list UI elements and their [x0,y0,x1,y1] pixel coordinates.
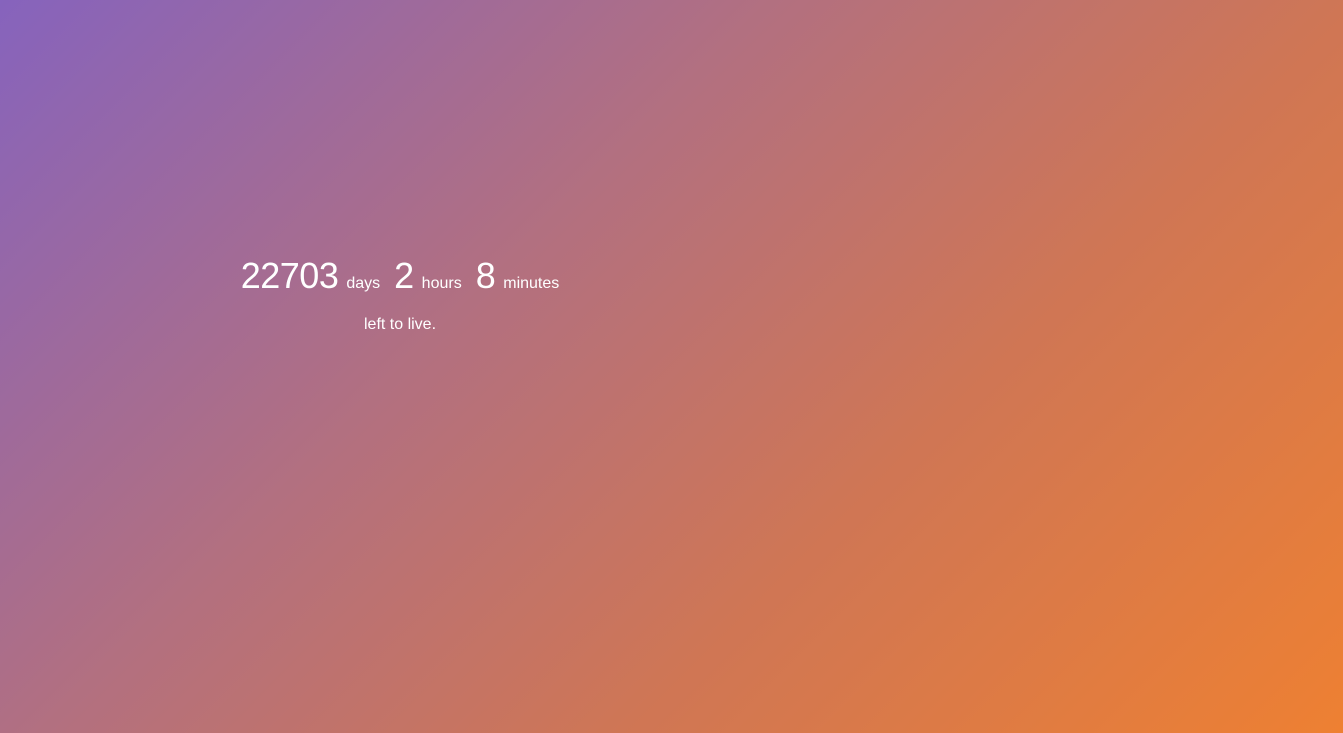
page-background: { "countdown": { "days": { "value": "227… [0,0,1343,733]
hours-label: hours [421,275,462,292]
days-label: days [346,275,381,292]
hours-group: 2 hours [394,258,462,294]
life-countdown: 22703 days 2 hours 8 minutes left to liv… [200,258,600,333]
countdown-subtitle: left to live. [363,316,437,333]
countdown-row: 22703 days 2 hours 8 minutes [200,258,600,294]
minutes-label: minutes [503,275,560,292]
days-group: 22703 days [241,258,380,294]
hours-value: 2 [394,255,414,296]
days-value: 22703 [240,255,339,296]
minutes-value: 8 [475,255,496,296]
minutes-group: 8 minutes [476,258,560,294]
